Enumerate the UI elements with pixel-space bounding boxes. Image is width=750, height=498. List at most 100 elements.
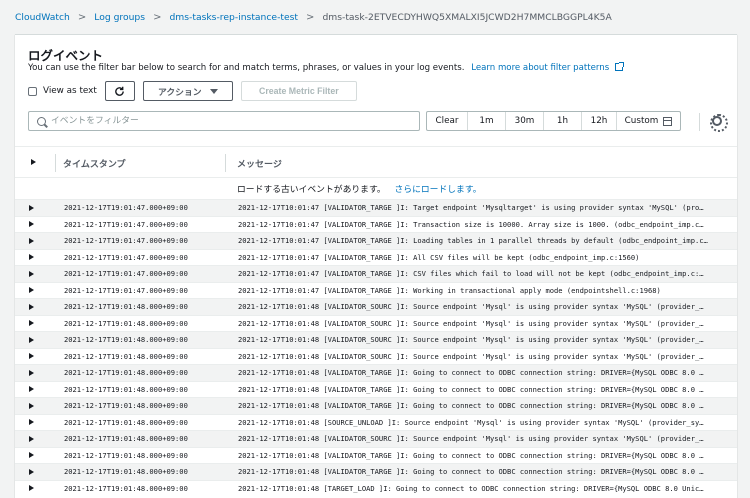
table-header: タイムスタンプ メッセージ (15, 146, 737, 178)
expand-row-icon[interactable] (29, 254, 34, 261)
caret-down-icon (209, 88, 218, 94)
table-row[interactable]: 2021-12-17T19:01:48.000+09:00 2021-12-17T… (15, 463, 737, 480)
table-row[interactable]: 2021-12-17T19:01:47.000+09:00 2021-12-17T… (15, 232, 737, 249)
view-as-text-label[interactable]: View as text (43, 86, 97, 96)
expand-row-icon[interactable] (29, 353, 34, 360)
expand-row-icon[interactable] (29, 402, 34, 409)
row-message: 2021-12-17T10:01:48 [VALIDATOR_SOURC ]I:… (238, 335, 704, 345)
column-message[interactable]: メッセージ (237, 157, 282, 170)
breadcrumb-cloudwatch[interactable]: CloudWatch (15, 12, 70, 23)
view-as-text-checkbox[interactable] (28, 86, 37, 96)
row-timestamp: 2021-12-17T19:01:48.000+09:00 (64, 351, 188, 361)
row-timestamp: 2021-12-17T19:01:48.000+09:00 (64, 318, 188, 328)
column-divider (55, 154, 56, 172)
table-row[interactable]: 2021-12-17T19:01:47.000+09:00 2021-12-17T… (15, 215, 737, 233)
row-message: 2021-12-17T10:01:47 [VALIDATOR_TARGE ]I:… (238, 219, 704, 229)
row-message: 2021-12-17T10:01:48 [VALIDATOR_TARGE ]I:… (238, 384, 704, 394)
row-timestamp: 2021-12-17T19:01:47.000+09:00 (64, 203, 188, 213)
time-option-12h[interactable]: 12h (581, 112, 616, 130)
expand-row-icon[interactable] (29, 270, 34, 277)
row-message: 2021-12-17T10:01:48 [TARGET_LOAD ]I: Goi… (238, 483, 704, 493)
row-timestamp: 2021-12-17T19:01:48.000+09:00 (64, 368, 188, 378)
time-option-1h[interactable]: 1h (543, 112, 581, 130)
row-timestamp: 2021-12-17T19:01:48.000+09:00 (64, 401, 188, 411)
row-message: 2021-12-17T10:01:48 [VALIDATOR_SOURC ]I:… (238, 351, 704, 361)
time-range-selector: Clear 1m 30m 1h 12h Custom (426, 111, 681, 131)
expand-row-icon[interactable] (29, 303, 34, 310)
time-option-1m[interactable]: 1m (467, 112, 505, 130)
breadcrumb-log-groups[interactable]: Log groups (94, 12, 145, 23)
clear-time-button[interactable]: Clear (427, 112, 467, 130)
expand-row-icon[interactable] (29, 419, 34, 426)
row-message: 2021-12-17T10:01:47 [VALIDATOR_TARGE ]I:… (238, 203, 704, 213)
row-timestamp: 2021-12-17T19:01:48.000+09:00 (64, 302, 188, 312)
filter-events-input[interactable] (51, 116, 391, 126)
load-more-link[interactable]: さらにロードします。 (394, 185, 481, 195)
refresh-button[interactable] (104, 81, 135, 101)
table-row[interactable]: 2021-12-17T19:01:48.000+09:00 2021-12-17T… (15, 331, 737, 348)
table-row[interactable]: 2021-12-17T19:01:48.000+09:00 2021-12-17T… (15, 479, 737, 497)
calendar-icon (663, 116, 673, 126)
row-message: 2021-12-17T10:01:48 [VALIDATOR_SOURC ]I:… (238, 318, 704, 328)
breadcrumb: CloudWatch > Log groups > dms-tasks-rep-… (15, 10, 612, 24)
table-row[interactable]: 2021-12-17T19:01:48.000+09:00 2021-12-17T… (15, 314, 737, 332)
table-row[interactable]: 2021-12-17T19:01:47.000+09:00 2021-12-17T… (15, 281, 737, 299)
log-events-list: 2021-12-17T19:01:47.000+09:00 2021-12-17T… (15, 199, 737, 496)
row-timestamp: 2021-12-17T19:01:47.000+09:00 (64, 219, 188, 229)
expand-row-icon[interactable] (29, 204, 34, 211)
expand-row-icon[interactable] (29, 485, 34, 492)
row-message: 2021-12-17T10:01:48 [VALIDATOR_TARGE ]I:… (238, 401, 704, 411)
learn-more-link[interactable]: Learn more about filter patterns (471, 63, 609, 73)
row-message: 2021-12-17T10:01:48 [VALIDATOR_TARGE ]I:… (238, 467, 704, 477)
expand-row-icon[interactable] (29, 336, 34, 343)
row-message: 2021-12-17T10:01:47 [VALIDATOR_TARGE ]I:… (238, 252, 640, 262)
table-row[interactable]: 2021-12-17T19:01:47.000+09:00 2021-12-17T… (15, 265, 737, 282)
row-message: 2021-12-17T10:01:47 [VALIDATOR_TARGE ]I:… (238, 285, 661, 295)
time-option-30m[interactable]: 30m (505, 112, 543, 130)
custom-time-button[interactable]: Custom (616, 112, 680, 130)
table-row[interactable]: 2021-12-17T19:01:48.000+09:00 2021-12-17T… (15, 430, 737, 447)
expand-row-icon[interactable] (29, 320, 34, 327)
table-row[interactable]: 2021-12-17T19:01:48.000+09:00 2021-12-17T… (15, 413, 737, 431)
expand-row-icon[interactable] (29, 287, 34, 294)
toolbar: View as text アクション Create Metric Filter (28, 81, 357, 101)
page-description: You can use the filter bar below to sear… (28, 62, 624, 73)
table-row[interactable]: 2021-12-17T19:01:48.000+09:00 2021-12-17T… (15, 446, 737, 464)
breadcrumb-log-stream: dms-task-2ETVECDYHWQ5XMALXI5JCWD2H7MMCLB… (322, 11, 612, 23)
row-message: 2021-12-17T10:01:48 [VALIDATOR_TARGE ]I:… (238, 450, 704, 460)
row-message: 2021-12-17T10:01:47 [VALIDATOR_TARGE ]I:… (238, 236, 708, 246)
table-row[interactable]: 2021-12-17T19:01:47.000+09:00 2021-12-17T… (15, 199, 737, 216)
chevron-right-icon: > (77, 11, 87, 23)
expand-row-icon[interactable] (29, 369, 34, 376)
row-message: 2021-12-17T10:01:48 [SOURCE_UNLOAD ]I: S… (238, 417, 704, 427)
expand-row-icon[interactable] (29, 237, 34, 244)
create-metric-filter-button[interactable]: Create Metric Filter (240, 81, 357, 101)
breadcrumb-log-group[interactable]: dms-tasks-rep-instance-test (169, 12, 298, 23)
expand-row-icon[interactable] (29, 452, 34, 459)
row-timestamp: 2021-12-17T19:01:48.000+09:00 (64, 434, 188, 444)
table-row[interactable]: 2021-12-17T19:01:47.000+09:00 2021-12-17T… (15, 248, 737, 266)
row-timestamp: 2021-12-17T19:01:47.000+09:00 (64, 236, 188, 246)
chevron-right-icon: > (153, 11, 162, 23)
expand-row-icon[interactable] (29, 435, 34, 442)
table-row[interactable]: 2021-12-17T19:01:48.000+09:00 2021-12-17T… (15, 298, 737, 315)
column-timestamp[interactable]: タイムスタンプ (63, 157, 126, 170)
table-row[interactable]: 2021-12-17T19:01:48.000+09:00 2021-12-17T… (15, 347, 737, 365)
table-row[interactable]: 2021-12-17T19:01:48.000+09:00 2021-12-17T… (15, 380, 737, 398)
filter-events-field[interactable] (28, 111, 420, 131)
description-text: You can use the filter bar below to sear… (28, 63, 465, 73)
row-message: 2021-12-17T10:01:48 [VALIDATOR_TARGE ]I:… (238, 368, 704, 378)
expand-row-icon[interactable] (29, 221, 34, 228)
actions-dropdown[interactable]: アクション (142, 81, 233, 101)
expand-row-icon[interactable] (29, 468, 34, 475)
row-timestamp: 2021-12-17T19:01:47.000+09:00 (64, 269, 188, 279)
table-row[interactable]: 2021-12-17T19:01:48.000+09:00 2021-12-17T… (15, 364, 737, 381)
row-timestamp: 2021-12-17T19:01:48.000+09:00 (64, 483, 188, 493)
column-divider[interactable] (225, 154, 226, 172)
table-row[interactable]: 2021-12-17T19:01:48.000+09:00 2021-12-17T… (15, 397, 737, 414)
expand-all-icon[interactable] (31, 159, 36, 165)
expand-row-icon[interactable] (29, 386, 34, 393)
row-timestamp: 2021-12-17T19:01:48.000+09:00 (64, 467, 188, 477)
gear-icon[interactable] (710, 114, 728, 132)
external-link-icon (614, 62, 624, 71)
